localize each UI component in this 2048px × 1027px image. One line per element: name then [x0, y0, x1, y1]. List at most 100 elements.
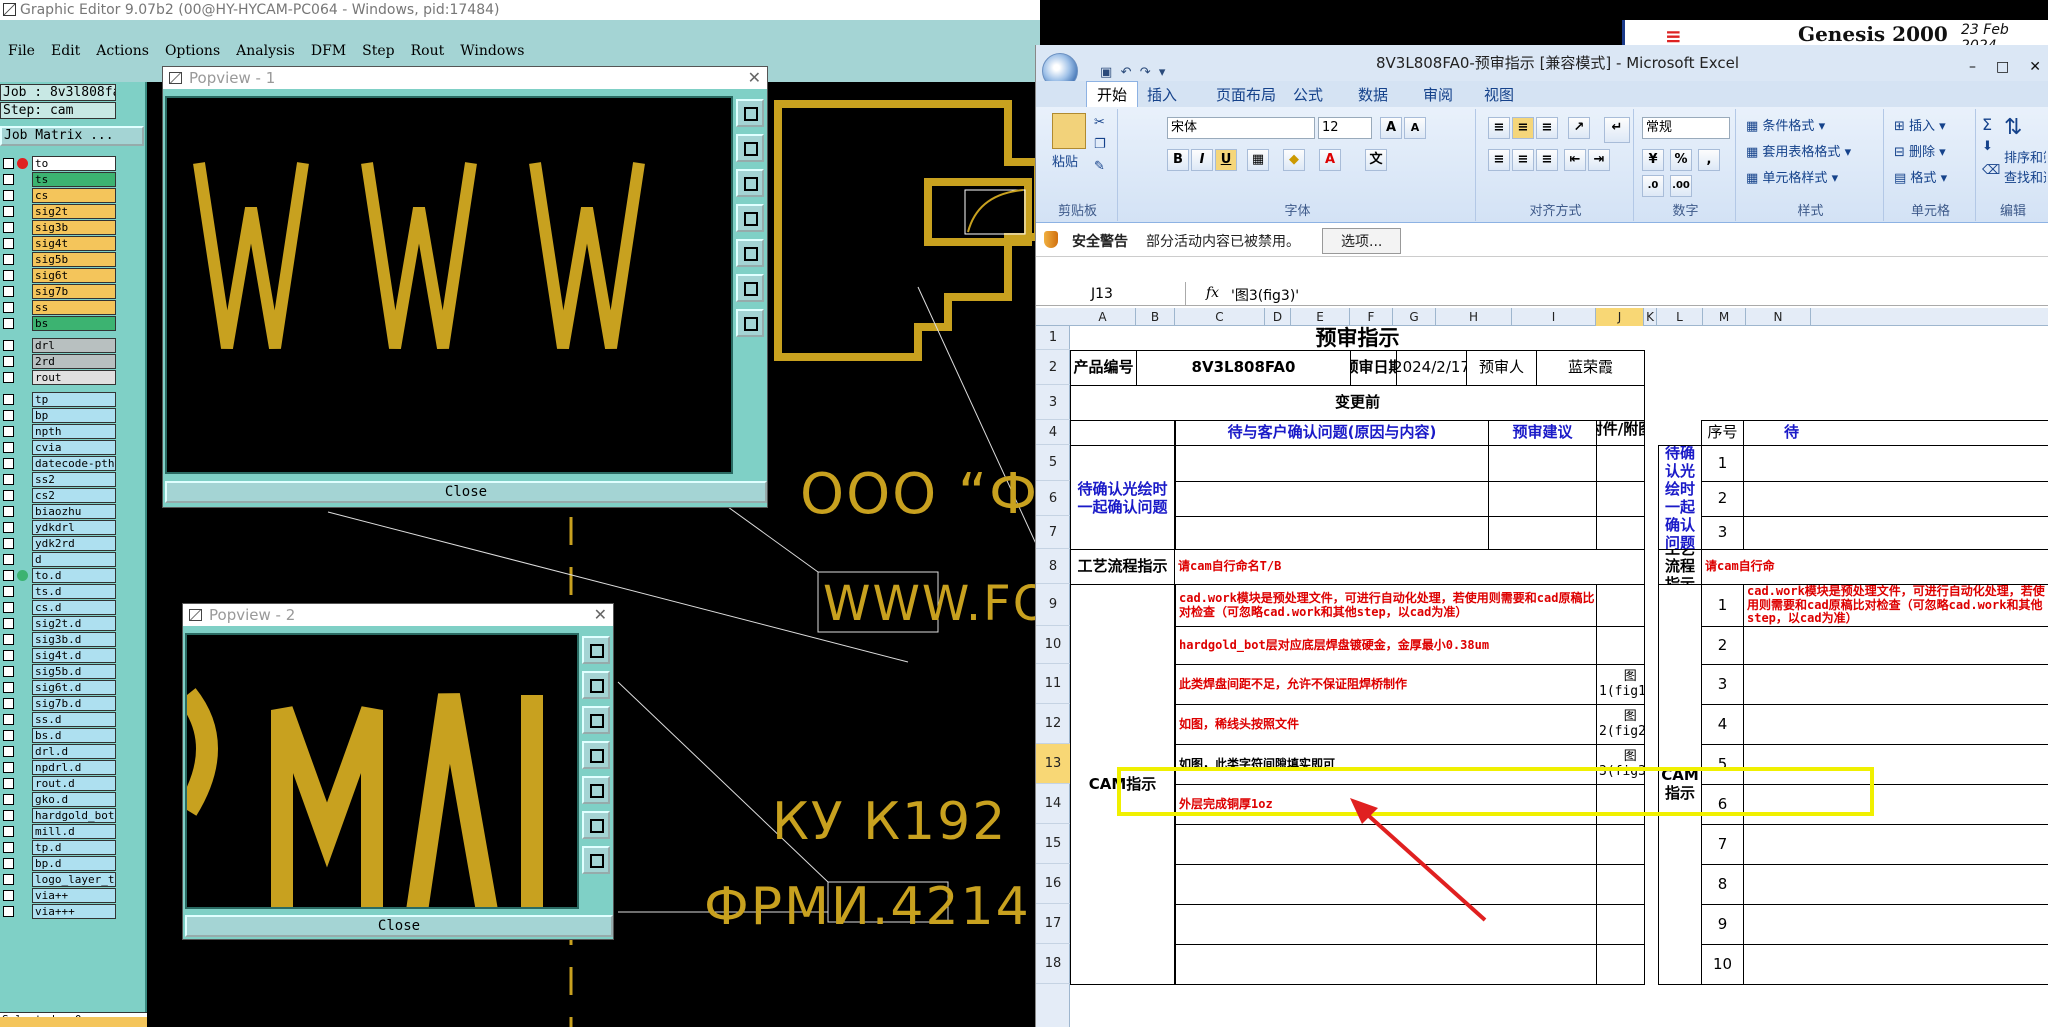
instruction-cell[interactable]: [1743, 944, 2048, 985]
insert-cells-button[interactable]: ⊞ 插入 ▾: [1894, 115, 1946, 134]
layer-checkbox[interactable]: [3, 842, 14, 853]
layer-row[interactable]: datecode-pth: [0, 456, 120, 472]
popview-2-view[interactable]: [185, 633, 579, 909]
layer-checkbox[interactable]: [3, 554, 14, 565]
layer-name[interactable]: bs: [32, 316, 116, 331]
attachment-cell[interactable]: [1596, 944, 1645, 985]
question-cell[interactable]: [1175, 481, 1489, 517]
attachment-cell[interactable]: [1596, 626, 1645, 665]
find-select-button[interactable]: 查找和选择: [2004, 167, 2046, 186]
label-confirm-questions[interactable]: 待确认光绘时一起确认问题: [1070, 445, 1175, 550]
layer-row[interactable]: ss: [0, 300, 120, 316]
layer-name[interactable]: biaozhu: [32, 504, 116, 519]
close-icon[interactable]: ✕: [748, 67, 761, 89]
close-icon[interactable]: ✕: [594, 604, 607, 626]
layer-checkbox[interactable]: [3, 906, 14, 917]
popview-1-close-button[interactable]: Close: [165, 481, 767, 503]
seq-cell[interactable]: 2: [1701, 481, 1744, 517]
instruction-cell[interactable]: cad.work模块是预处理文件，可进行自动化处理，若使用则需要和cad原稿比对…: [1175, 584, 1597, 627]
seq-cell[interactable]: 7: [1701, 824, 1744, 865]
layer-name[interactable]: ss: [32, 300, 116, 315]
layer-checkbox[interactable]: [3, 158, 14, 169]
italic-button[interactable]: I: [1191, 149, 1213, 171]
layer-name[interactable]: cs2: [32, 488, 116, 503]
seq-cell[interactable]: 8: [1701, 864, 1744, 905]
center-icon[interactable]: [582, 846, 610, 874]
label-review-date[interactable]: 预审日期: [1350, 350, 1397, 386]
layer-row[interactable]: ts: [0, 172, 120, 188]
zoom-home-icon[interactable]: [582, 636, 610, 664]
value-review-date[interactable]: 2024/2/17: [1396, 350, 1467, 386]
seq-cell[interactable]: 9: [1701, 904, 1744, 945]
layer-name[interactable]: mill.d: [32, 824, 116, 839]
popview-2-window[interactable]: Popview - 2 ✕ Close: [182, 603, 614, 940]
seq-cell[interactable]: 2: [1701, 626, 1744, 665]
align-middle-icon[interactable]: ≡: [1512, 117, 1534, 139]
seq-cell[interactable]: 3: [1701, 516, 1744, 550]
sort-filter-button[interactable]: 排序和筛选: [2004, 147, 2046, 166]
ribbon-tab-6[interactable]: 视图: [1484, 84, 1514, 105]
menu-item-windows[interactable]: Windows: [452, 40, 532, 62]
layer-row[interactable]: cs: [0, 188, 120, 204]
question-cell[interactable]: [1175, 445, 1489, 482]
increase-decimal-icon[interactable]: .0: [1642, 175, 1664, 197]
zoom-out-icon[interactable]: [736, 169, 764, 197]
fit-icon[interactable]: [582, 811, 610, 839]
undo-icon[interactable]: ↶: [1121, 65, 1132, 80]
conditional-format-button[interactable]: ▦ 条件格式 ▾: [1746, 115, 1825, 134]
layer-name[interactable]: sig3b: [32, 220, 116, 235]
header-questions-right[interactable]: 待: [1743, 420, 2048, 446]
ribbon-tab-5[interactable]: 审阅: [1423, 84, 1453, 105]
attachment-cell[interactable]: [1596, 516, 1645, 550]
sheet-title[interactable]: 预审指示: [1070, 326, 1645, 351]
save-icon[interactable]: ▣: [1100, 65, 1112, 80]
layer-checkbox[interactable]: [3, 794, 14, 805]
layer-checkbox[interactable]: [3, 410, 14, 421]
layer-name[interactable]: bp.d: [32, 856, 116, 871]
comma-icon[interactable]: ,: [1698, 149, 1720, 171]
layer-name[interactable]: npdrl.d: [32, 760, 116, 775]
ribbon-tab-0[interactable]: 开始: [1086, 81, 1139, 107]
underline-button[interactable]: U: [1215, 149, 1237, 171]
menu-item-analysis[interactable]: Analysis: [228, 40, 303, 62]
align-center-icon[interactable]: ≡: [1512, 149, 1534, 171]
layer-row[interactable]: npdrl.d: [0, 760, 120, 776]
layer-row[interactable]: biaozhu: [0, 504, 120, 520]
instruction-cell[interactable]: [1743, 864, 2048, 905]
header-questions[interactable]: 待与客户确认问题(原因与内容): [1175, 420, 1489, 446]
layer-row[interactable]: sig3b: [0, 220, 120, 236]
layer-name[interactable]: cs: [32, 188, 116, 203]
seq-cell[interactable]: 10: [1701, 944, 1744, 985]
attachment-cell[interactable]: [1596, 864, 1645, 905]
layer-checkbox[interactable]: [3, 538, 14, 549]
zoom-home-icon[interactable]: [736, 99, 764, 127]
layer-checkbox[interactable]: [3, 810, 14, 821]
label-process-flow-right[interactable]: 工艺流程指示: [1658, 549, 1702, 585]
instruction-cell[interactable]: [1175, 944, 1597, 985]
instruction-cell[interactable]: [1743, 824, 2048, 865]
close-icon[interactable]: ✕: [2029, 49, 2041, 85]
layer-checkbox[interactable]: [3, 586, 14, 597]
seq-cell[interactable]: 3: [1701, 664, 1744, 705]
menu-item-dfm[interactable]: DFM: [303, 40, 354, 62]
format-as-table-button[interactable]: ▦ 套用表格格式 ▾: [1746, 141, 1851, 160]
layer-name[interactable]: via++: [32, 888, 116, 903]
layer-row[interactable]: rout.d: [0, 776, 120, 792]
layer-checkbox[interactable]: [3, 506, 14, 517]
layer-checkbox[interactable]: [3, 890, 14, 901]
layer-row[interactable]: tp: [0, 392, 120, 408]
layer-name[interactable]: sig6t.d: [32, 680, 116, 695]
paste-button[interactable]: 粘贴: [1052, 151, 1078, 170]
label-product-no[interactable]: 产品编号: [1070, 350, 1137, 386]
layer-row[interactable]: sig5b: [0, 252, 120, 268]
attachment-cell[interactable]: 图2(fig2)': [1596, 704, 1645, 745]
wrap-text-icon[interactable]: ↵: [1604, 117, 1630, 143]
layer-checkbox[interactable]: [3, 874, 14, 885]
label-process-flow[interactable]: 工艺流程指示: [1070, 549, 1175, 585]
question-cell[interactable]: [1175, 516, 1489, 550]
security-options-button[interactable]: 选项...: [1322, 228, 1402, 254]
qat-dropdown-icon[interactable]: ▾: [1159, 65, 1166, 80]
layer-row[interactable]: ss.d: [0, 712, 120, 728]
decrease-decimal-icon[interactable]: .00: [1670, 175, 1692, 197]
layer-checkbox[interactable]: [3, 356, 14, 367]
